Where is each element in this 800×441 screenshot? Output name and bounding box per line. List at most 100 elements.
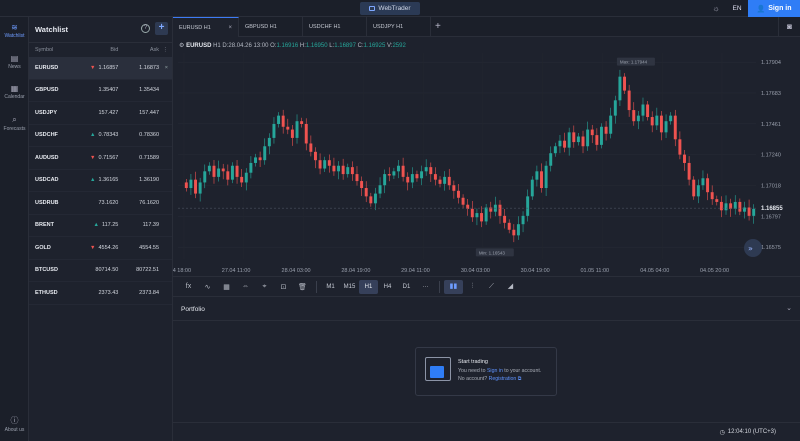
bars-icon[interactable]: ⫶ [463, 280, 482, 294]
crop-icon[interactable]: ⊡ [274, 283, 293, 291]
col-bid[interactable]: Bid [89, 47, 118, 53]
watchlist-row[interactable]: USDCAD ▲ 1.36165 1.36190 [29, 170, 172, 192]
nav-about[interactable]: ⓘ About us [0, 415, 29, 433]
watchlist-row[interactable]: GOLD ▼ 4554.26 4554.55 [29, 237, 172, 260]
nav-label: Forecasts [3, 126, 26, 132]
bid-value: 4554.26 [98, 244, 119, 251]
calendar-tool-icon[interactable]: ▦ [217, 283, 236, 291]
draw-icon[interactable]: ∿ [198, 283, 217, 291]
candle [443, 176, 447, 184]
watchlist-row[interactable]: ETHUSD 2373.43 2373.84 [29, 282, 172, 305]
candle [609, 115, 613, 134]
watchlist-row[interactable]: AUDUSD ▼ 0.71567 0.71589 [29, 147, 172, 170]
add-symbol-button[interactable]: + [155, 22, 168, 35]
bid-value: 1.36165 [98, 177, 119, 184]
x-tick-label: 28.04 03:00 [282, 268, 311, 274]
tf-h4[interactable]: H4 [378, 280, 397, 294]
shapes-icon[interactable]: ⌖ [255, 283, 274, 291]
sign-in-link[interactable]: Sign in [487, 368, 503, 374]
tf-m15[interactable]: M15 [340, 280, 359, 294]
watchlist-row[interactable]: USDRUB 73.1620 76.1620 [29, 192, 172, 215]
help-icon[interactable]: ? [141, 24, 150, 33]
indicators-icon[interactable]: fx [179, 283, 198, 290]
scroll-end-button[interactable] [744, 239, 762, 257]
area-icon[interactable]: ◢ [501, 280, 520, 294]
tab-usdchf[interactable]: USDCHF H1 [303, 17, 367, 37]
settings-icon[interactable]: ⚙ [179, 43, 184, 49]
candle [397, 165, 400, 172]
bid-value: 2373.43 [98, 289, 119, 296]
measure-icon[interactable]: ⇔ [236, 283, 255, 290]
close-icon[interactable]: × [228, 25, 232, 31]
candle [692, 179, 696, 197]
nav-calendar[interactable]: ▦ Calendar [0, 84, 29, 100]
candle [526, 196, 530, 216]
row-ask: 2373.84 [139, 289, 160, 296]
tab-gbpusd[interactable]: GBPUSD H1 [239, 17, 303, 37]
tf-m1[interactable]: M1 [321, 280, 340, 294]
clock-icon: ◷ [719, 430, 725, 436]
watchlist-row[interactable]: BTCUSD 80714.50 80722.51 [29, 260, 172, 282]
candle [350, 167, 354, 175]
theme-icon[interactable]: ☼ [706, 4, 726, 13]
arrow-down-icon: ▼ [90, 154, 96, 161]
price-chart[interactable]: ⚙ EURUSD H1 D:28.04.26 13:00 O:1.16916 H… [162, 37, 800, 276]
tab-eurusd[interactable]: EURUSD H1 × [173, 17, 239, 37]
candle [184, 182, 188, 189]
candle [221, 168, 225, 172]
candle [254, 157, 257, 163]
tab-label: GBPUSD H1 [245, 24, 277, 30]
more-options-icon[interactable]: ⋮ [159, 47, 169, 53]
camera-icon[interactable]: ◙ [778, 17, 800, 37]
row-bid: 1.35407 [79, 87, 118, 93]
watchlist-row[interactable]: USDJPY 157.427 157.447 [29, 102, 172, 125]
candle [420, 171, 424, 179]
candle [456, 190, 460, 198]
row-symbol: USDCHF [35, 132, 58, 139]
remove-icon[interactable]: × [159, 65, 168, 71]
more-timeframes[interactable]: ··· [416, 280, 435, 294]
candle [212, 165, 216, 177]
col-ask[interactable]: Ask [118, 47, 159, 53]
start-trading-card: Start trading You need to Sign in to you… [415, 347, 557, 396]
candle [415, 174, 419, 179]
y-tick-label: 1.17018 [761, 184, 781, 190]
registration-link[interactable]: Registration [489, 376, 517, 382]
nav-forecasts[interactable]: ⌕ Forecasts [0, 115, 29, 132]
candle [323, 160, 327, 169]
candle [572, 132, 576, 143]
text-pre: You need to [458, 368, 486, 374]
x-tick-label: 30.04 19:00 [521, 268, 550, 274]
candle [618, 76, 622, 101]
external-link-icon[interactable]: ⧉ [518, 376, 522, 382]
status-bar: ◷ 12:04:10 (UTC+3) [173, 422, 800, 441]
nav-news[interactable]: ▤ News [0, 54, 29, 70]
watchlist-row[interactable]: EURUSD ▼ 1.16857 1.16873 × [29, 57, 172, 80]
sign-in-button[interactable]: 👤 Sign in [748, 0, 800, 17]
candles-icon[interactable]: ▮▮ [444, 279, 463, 294]
candle [249, 162, 253, 173]
col-symbol[interactable]: Symbol [35, 47, 89, 53]
candle [540, 171, 543, 189]
row-ask: 1.35434 [139, 87, 160, 94]
line-icon[interactable]: ⟋ [482, 280, 501, 294]
add-tab-button[interactable]: + [435, 21, 441, 32]
language-selector[interactable]: EN [726, 5, 748, 12]
candle [424, 167, 428, 172]
watchlist-row[interactable]: USDCHF ▲ 0.78343 0.78360 [29, 125, 172, 147]
watchlist-row[interactable]: BRENT ▲ 117.25 117.39 [29, 215, 172, 237]
brand-logo[interactable]: WebTrader [360, 2, 420, 15]
delete-icon[interactable]: 🗑 [293, 283, 312, 291]
tf-d1[interactable]: D1 [397, 280, 416, 294]
collapse-icon[interactable]: ⌄ [786, 304, 792, 312]
nav-watchlist[interactable]: ≋ Watchlist [0, 23, 29, 39]
x-tick-label: 27.04 11:00 [222, 268, 251, 274]
tf-h1[interactable]: H1 [359, 279, 378, 294]
row-symbol: USDCAD [35, 177, 59, 184]
candle [595, 135, 599, 145]
watchlist-row[interactable]: GBPUSD 1.35407 1.35434 [29, 80, 172, 102]
divider [173, 320, 800, 321]
ohlc-symbol: EURUSD [186, 43, 212, 49]
tab-usdjpy[interactable]: USDJPY H1 [367, 17, 431, 37]
chart-canvas[interactable]: 1.17904 1.17683 1.17461 1.17240 1.17018 1.167… [162, 37, 800, 276]
